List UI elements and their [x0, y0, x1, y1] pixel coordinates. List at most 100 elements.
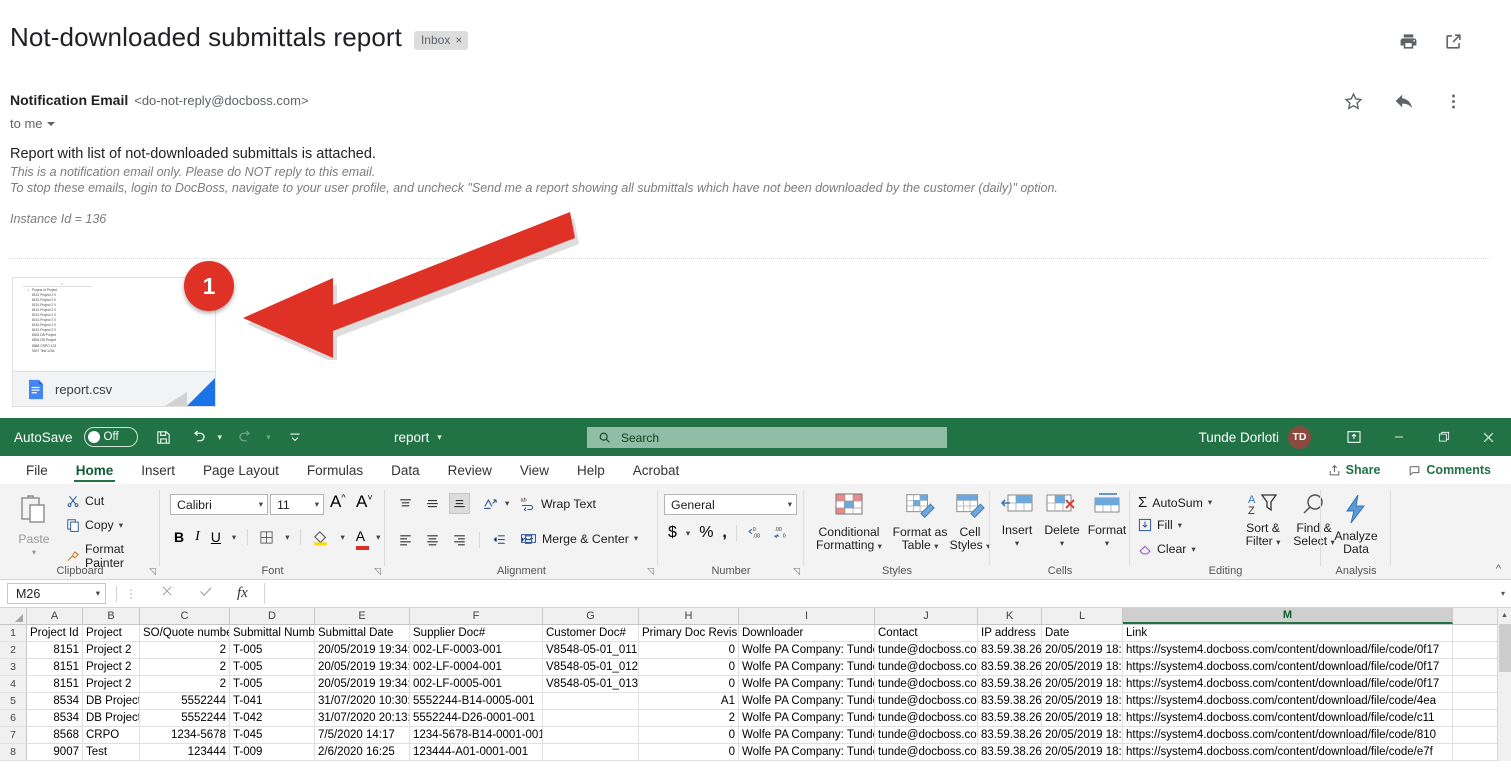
- wrap-text-button[interactable]: ab Wrap Text: [520, 496, 596, 511]
- cell-E2[interactable]: 20/05/2019 19:34:04: [315, 642, 410, 658]
- column-header-E[interactable]: E: [315, 608, 410, 624]
- select-all-corner[interactable]: [0, 608, 27, 624]
- cell-H7[interactable]: 0: [639, 727, 739, 743]
- paste-chevron-icon[interactable]: ▾: [8, 546, 60, 560]
- font-color-button[interactable]: A: [355, 528, 369, 550]
- star-icon[interactable]: [1343, 91, 1364, 112]
- share-button[interactable]: Share: [1318, 459, 1391, 481]
- tab-acrobat[interactable]: Acrobat: [619, 456, 694, 484]
- borders-chevron-icon[interactable]: ▾: [285, 532, 289, 543]
- cell-A4[interactable]: 8151: [27, 676, 83, 692]
- decrease-font-size-button[interactable]: A˅: [356, 492, 373, 512]
- tab-review[interactable]: Review: [434, 456, 506, 484]
- close-icon[interactable]: ×: [455, 34, 462, 46]
- italic-button[interactable]: I: [195, 529, 200, 545]
- cell-L2[interactable]: 20/05/2019 18:37:03: [1042, 642, 1123, 658]
- cell-L1[interactable]: Date: [1042, 625, 1123, 641]
- cell-M4[interactable]: https://system4.docboss.com/content/down…: [1123, 676, 1453, 692]
- conditional-formatting-button[interactable]: Conditional Formatting ▾: [809, 492, 889, 554]
- cell-F1[interactable]: Supplier Doc#: [410, 625, 543, 641]
- cell-D5[interactable]: T-041: [230, 693, 315, 709]
- copy-button[interactable]: Copy ▾: [66, 518, 123, 532]
- align-left-icon[interactable]: [395, 529, 416, 550]
- tab-page-layout[interactable]: Page Layout: [189, 456, 293, 484]
- cell-K1[interactable]: IP address: [978, 625, 1042, 641]
- cell-A5[interactable]: 8534: [27, 693, 83, 709]
- align-middle-icon[interactable]: [422, 493, 443, 514]
- cell-G3[interactable]: V8548-05-01_012: [543, 659, 639, 675]
- cell-D7[interactable]: T-045: [230, 727, 315, 743]
- cell-K4[interactable]: 83.59.38.26: [978, 676, 1042, 692]
- cell-I4[interactable]: Wolfe PA Company: Tunde Dorlot: [739, 676, 875, 692]
- clear-button[interactable]: Clear ▾: [1138, 542, 1196, 556]
- conditional-formatting-chevron-icon[interactable]: ▾: [878, 541, 882, 551]
- cell-J1[interactable]: Contact: [875, 625, 978, 641]
- cell-B2[interactable]: Project 2: [83, 642, 140, 658]
- cell-A1[interactable]: Project Id: [27, 625, 83, 641]
- cell-M6[interactable]: https://system4.docboss.com/content/down…: [1123, 710, 1453, 726]
- comments-button[interactable]: Comments: [1398, 459, 1501, 481]
- clipboard-dialog-launcher-icon[interactable]: ◹: [149, 566, 156, 577]
- expand-formula-bar-icon[interactable]: ▾: [1495, 589, 1511, 598]
- cell-M8[interactable]: https://system4.docboss.com/content/down…: [1123, 744, 1453, 760]
- cell-A7[interactable]: 8568: [27, 727, 83, 743]
- cell-M7[interactable]: https://system4.docboss.com/content/down…: [1123, 727, 1453, 743]
- cell-I2[interactable]: Wolfe PA Company: Tunde Dorlot: [739, 642, 875, 658]
- font-size-input[interactable]: 11 ▾: [270, 494, 324, 515]
- cell-J5[interactable]: tunde@docboss.com: [875, 693, 978, 709]
- vertical-scrollbar[interactable]: ▲: [1497, 608, 1511, 761]
- format-chevron-icon[interactable]: ▾: [1085, 537, 1129, 551]
- cell-K7[interactable]: 83.59.38.26: [978, 727, 1042, 743]
- cell-A2[interactable]: 8151: [27, 642, 83, 658]
- cell-F4[interactable]: 002-LF-0005-001: [410, 676, 543, 692]
- insert-cells-button[interactable]: Insert ▾: [995, 492, 1039, 551]
- number-format-chevron-icon[interactable]: ▾: [788, 499, 792, 510]
- cell-C8[interactable]: 123444: [140, 744, 230, 760]
- ribbon-display-options-icon[interactable]: [1331, 418, 1376, 456]
- scroll-up-icon[interactable]: ▲: [1498, 608, 1511, 623]
- cell-E3[interactable]: 20/05/2019 19:34:04: [315, 659, 410, 675]
- cell-B8[interactable]: Test: [83, 744, 140, 760]
- font-dialog-launcher-icon[interactable]: ◹: [374, 566, 381, 577]
- format-as-table-chevron-icon[interactable]: ▾: [934, 541, 938, 551]
- copy-chevron-icon[interactable]: ▾: [119, 520, 123, 531]
- cell-L4[interactable]: 20/05/2019 18:37:03: [1042, 676, 1123, 692]
- cell-I6[interactable]: Wolfe PA Company: Tunde Dorlot: [739, 710, 875, 726]
- restore-down-icon[interactable]: [1421, 418, 1466, 456]
- column-header-K[interactable]: K: [978, 608, 1042, 624]
- cell-K6[interactable]: 83.59.38.26: [978, 710, 1042, 726]
- cell-I1[interactable]: Downloader: [739, 625, 875, 641]
- cell-M5[interactable]: https://system4.docboss.com/content/down…: [1123, 693, 1453, 709]
- font-name-chevron-icon[interactable]: ▾: [259, 499, 263, 510]
- cell-D1[interactable]: Submittal Number: [230, 625, 315, 641]
- tab-data[interactable]: Data: [377, 456, 434, 484]
- cell-styles-button[interactable]: Cell Styles ▾: [948, 492, 992, 554]
- sort-filter-chevron-icon[interactable]: ▾: [1276, 537, 1280, 547]
- cell-F8[interactable]: 123444-A01-0001-001: [410, 744, 543, 760]
- cell-I7[interactable]: Wolfe PA Company: Tunde Dorlot: [739, 727, 875, 743]
- format-cells-button[interactable]: Format ▾: [1085, 492, 1129, 551]
- cell-G7[interactable]: [543, 727, 639, 743]
- number-format-select[interactable]: General ▾: [664, 494, 797, 515]
- cell-M2[interactable]: https://system4.docboss.com/content/down…: [1123, 642, 1453, 658]
- cell-C6[interactable]: 5552244: [140, 710, 230, 726]
- cell-E7[interactable]: 7/5/2020 14:17: [315, 727, 410, 743]
- cell-E1[interactable]: Submittal Date: [315, 625, 410, 641]
- cell-B4[interactable]: Project 2: [83, 676, 140, 692]
- undo-icon[interactable]: [189, 428, 207, 446]
- decrease-indent-icon[interactable]: [489, 529, 510, 550]
- alignment-dialog-launcher-icon[interactable]: ◹: [647, 566, 654, 577]
- print-icon[interactable]: [1399, 32, 1418, 51]
- customize-quick-access-toolbar-icon[interactable]: [288, 430, 302, 444]
- clear-chevron-icon[interactable]: ▾: [1191, 544, 1195, 555]
- inbox-label-chip[interactable]: Inbox ×: [413, 30, 469, 50]
- align-top-icon[interactable]: [395, 493, 416, 514]
- cell-E5[interactable]: 31/07/2020 10:30:06: [315, 693, 410, 709]
- row-header-2[interactable]: 2: [0, 642, 27, 658]
- collapse-ribbon-icon[interactable]: ^: [1496, 563, 1501, 575]
- cell-J2[interactable]: tunde@docboss.com: [875, 642, 978, 658]
- cell-F7[interactable]: 1234-5678-B14-0001-001: [410, 727, 543, 743]
- borders-icon[interactable]: [259, 530, 274, 545]
- cell-G2[interactable]: V8548-05-01_011: [543, 642, 639, 658]
- row-header-4[interactable]: 4: [0, 676, 27, 692]
